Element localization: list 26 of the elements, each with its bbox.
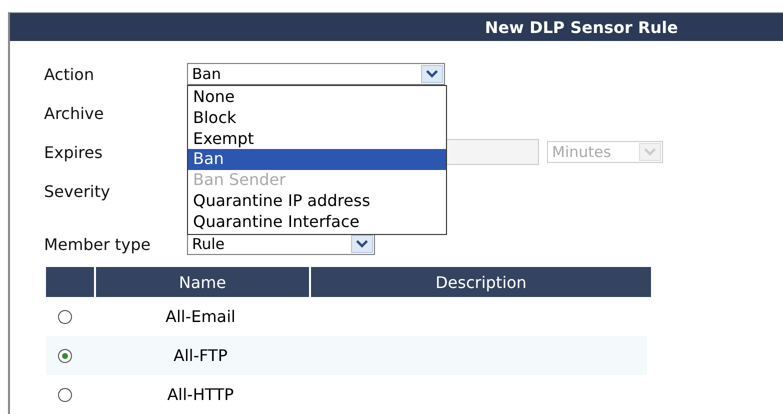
field-label: Archive — [44, 104, 105, 122]
dropdown-option[interactable]: Ban — [188, 149, 446, 170]
field-label: Severity — [44, 182, 112, 200]
dropdown-option[interactable]: Quarantine Interface — [188, 212, 446, 233]
chevron-down-icon — [644, 148, 656, 156]
field-label: Member type — [44, 234, 152, 254]
table-cell: All-FTP — [174, 346, 228, 365]
chevron-down-icon — [356, 240, 368, 248]
column-header: Description — [311, 267, 651, 297]
action-dropdown[interactable]: Ban — [187, 63, 445, 85]
dropdown-option[interactable]: None — [188, 87, 446, 108]
table-cell: All-Email — [166, 307, 236, 326]
field-label: Expires — [44, 142, 104, 162]
field-label: Action — [44, 64, 96, 84]
window-title: New DLP Sensor Rule — [484, 18, 678, 36]
column-header: Name — [96, 267, 309, 297]
dropdown-option[interactable]: Quarantine IP address — [188, 190, 446, 212]
table-cell: All-HTTP — [167, 385, 234, 404]
chevron-down-icon — [426, 70, 438, 78]
column-header — [46, 267, 94, 297]
dropdown-option[interactable]: Exempt — [188, 128, 446, 150]
radio-button[interactable] — [58, 310, 72, 324]
dropdown-option[interactable]: Block — [188, 108, 446, 129]
member-type-select[interactable]: Rule — [187, 233, 375, 255]
radio-button[interactable] — [58, 348, 72, 362]
radio-button[interactable] — [58, 388, 72, 402]
